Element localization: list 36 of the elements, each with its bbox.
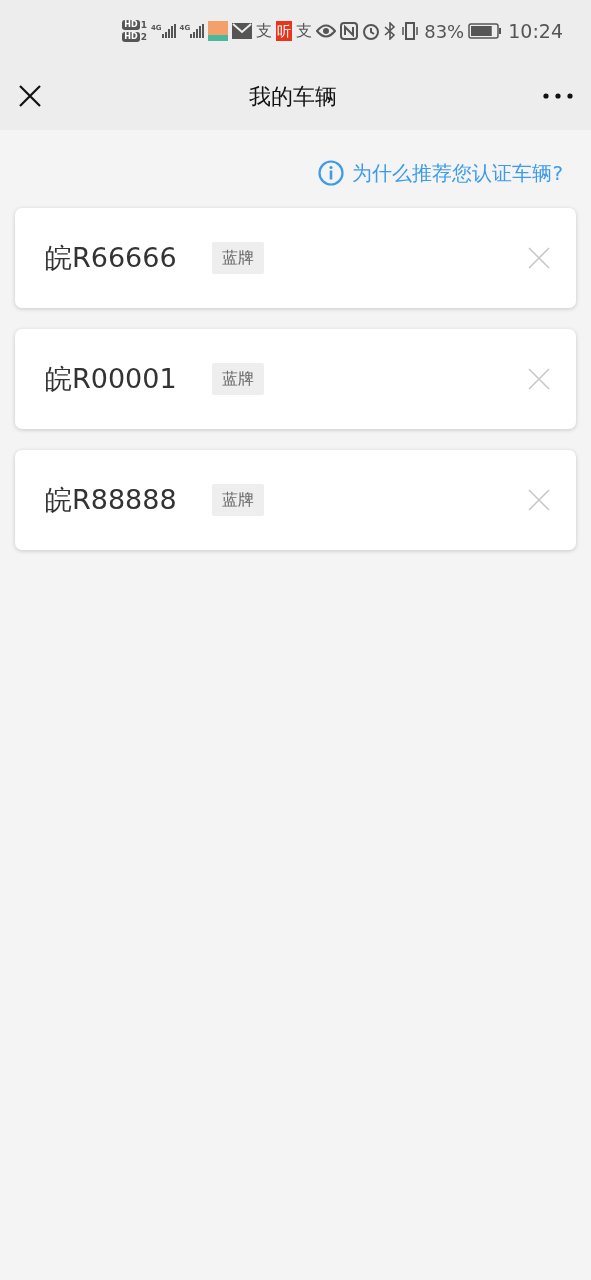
hd-badge: HD [122, 20, 140, 30]
delete-button[interactable] [528, 247, 550, 269]
eye-icon [316, 24, 337, 38]
delete-button[interactable] [528, 368, 550, 390]
alarm-icon [362, 22, 381, 40]
hd-badge: HD [122, 32, 140, 42]
page-title: 我的车辆 [248, 82, 337, 111]
app-icon: 支 [256, 21, 273, 41]
battery-percentage: 83% [424, 19, 465, 44]
mail-icon [232, 23, 253, 39]
sim-slot: 2 [140, 33, 147, 42]
battery-icon [468, 23, 503, 39]
app-icon [208, 21, 229, 41]
vibrate-icon [400, 22, 421, 40]
clock-time: 10:24 [508, 18, 563, 44]
vehicle-card[interactable]: 皖R66666 蓝牌 [15, 208, 576, 308]
info-icon [318, 160, 345, 186]
vehicle-card[interactable]: 皖R88888 蓝牌 [15, 450, 576, 550]
vehicle-card[interactable]: 皖R00001 蓝牌 [15, 329, 576, 429]
plate-number: 皖R00001 [45, 361, 178, 396]
signal-icon [190, 24, 205, 38]
more-icon [543, 93, 573, 99]
plate-number: 皖R88888 [45, 482, 178, 517]
close-button[interactable] [18, 84, 42, 108]
sim-slot: 1 [140, 21, 147, 30]
signal-icon [161, 24, 176, 38]
delete-button[interactable] [528, 489, 550, 511]
plate-type-tag: 蓝牌 [212, 484, 264, 516]
plate-type-tag: 蓝牌 [212, 242, 264, 274]
app-icon: 听 [276, 21, 293, 41]
close-icon [18, 84, 42, 108]
plate-type-tag: 蓝牌 [212, 363, 264, 395]
bluetooth-icon [384, 22, 397, 40]
plate-number: 皖R66666 [45, 240, 178, 275]
nfc-icon [340, 22, 359, 40]
app-icon: 支 [296, 21, 313, 41]
